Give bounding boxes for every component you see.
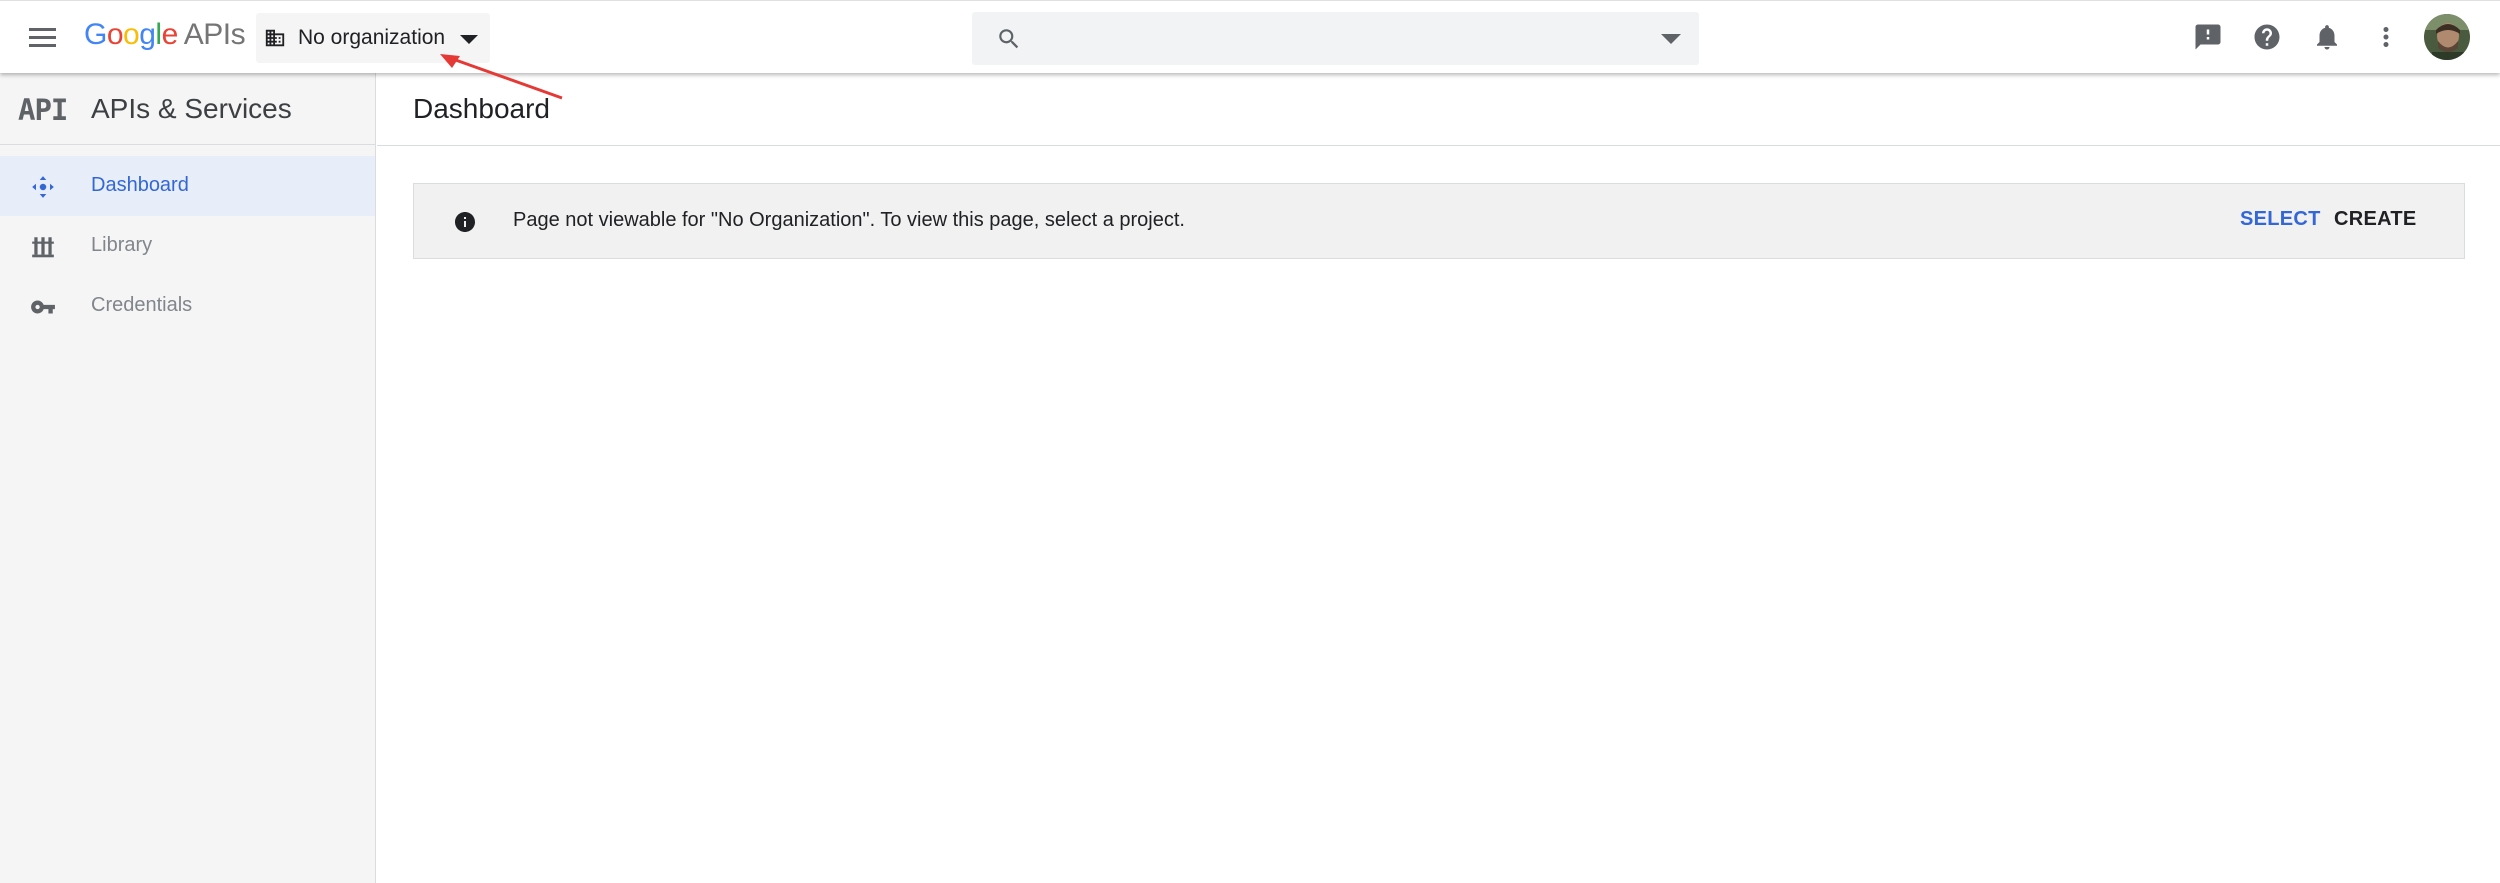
sidebar-nav: Dashboard Library Credentials (0, 156, 375, 336)
building-icon (265, 29, 285, 47)
search-input[interactable] (1036, 20, 1616, 56)
notifications-icon[interactable] (2312, 22, 2342, 52)
chevron-down-icon (460, 35, 479, 44)
help-icon[interactable] (2252, 22, 2282, 52)
sidebar-item-library[interactable]: Library (0, 216, 375, 276)
search-icon (999, 29, 1019, 49)
sidebar-item-label: Library (91, 234, 153, 256)
create-button[interactable]: CREATE (2334, 208, 2417, 231)
google-apis-logo[interactable]: Google APIs (84, 18, 246, 52)
sidebar: API APIs & Services Dashboard Library Cr… (0, 73, 376, 883)
menu-icon[interactable] (26, 21, 60, 55)
search-bar[interactable] (972, 12, 1699, 65)
main-content: Dashboard Page not viewable for "No Orga… (377, 73, 2500, 883)
sidebar-title: APIs & Services (91, 93, 292, 124)
avatar[interactable] (2424, 14, 2470, 60)
search-dropdown-icon[interactable] (1661, 34, 1681, 44)
user-photo (2424, 14, 2470, 60)
feedback-icon[interactable] (2193, 22, 2223, 52)
api-logo: API (18, 93, 68, 127)
info-icon (455, 212, 475, 232)
more-vert-icon[interactable] (2371, 22, 2401, 52)
sidebar-item-credentials[interactable]: Credentials (0, 276, 375, 336)
page-header: Dashboard (377, 73, 2500, 146)
organization-label: No organization (298, 26, 446, 49)
library-icon (32, 237, 54, 258)
notice-message: Page not viewable for "No Organization".… (513, 209, 1185, 231)
dashboard-icon (32, 176, 54, 198)
top-bar: Google APIs No organization (0, 0, 2500, 73)
sidebar-item-label: Credentials (91, 294, 193, 316)
key-icon (31, 300, 55, 314)
select-button[interactable]: SELECT (2240, 208, 2321, 231)
notice-banner: Page not viewable for "No Organization".… (413, 183, 2465, 259)
sidebar-item-dashboard[interactable]: Dashboard (0, 156, 375, 216)
sidebar-item-label: Dashboard (91, 174, 189, 196)
annotation-arrow (440, 54, 563, 100)
sidebar-header: API APIs & Services (0, 73, 375, 145)
